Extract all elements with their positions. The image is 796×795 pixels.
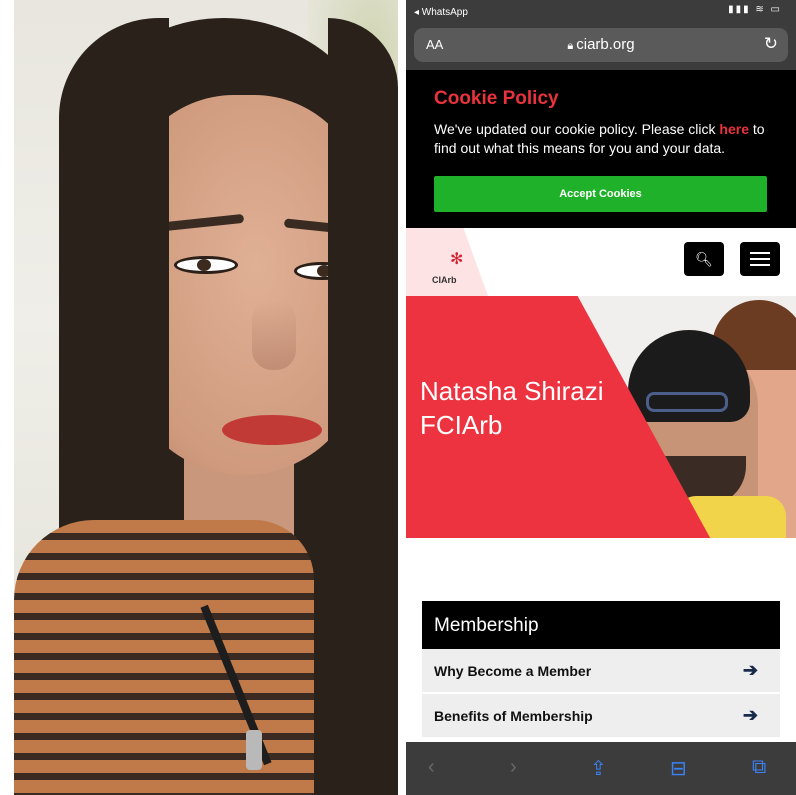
zipper-pull xyxy=(246,730,262,770)
ciarb-logo-text[interactable]: CIArb xyxy=(432,275,457,285)
lips xyxy=(222,415,322,445)
left-eye xyxy=(174,256,238,274)
cookie-message-before: We've updated our cookie policy. Please … xyxy=(434,121,720,137)
forward-icon[interactable]: › xyxy=(510,756,517,779)
nose xyxy=(252,300,296,370)
reload-icon[interactable]: ↻ xyxy=(764,34,778,54)
membership-heading: Membership xyxy=(422,601,780,649)
tabs-icon[interactable]: ⧉ xyxy=(752,756,766,779)
lock-icon: 🔒︎ xyxy=(567,40,574,52)
hero-name-text: Natasha Shirazi FCIArb xyxy=(420,376,604,440)
membership-item-label: Why Become a Member xyxy=(434,663,592,679)
arrow-right-icon: ➔ xyxy=(742,660,758,680)
browser-toolbar: ‹ › ⇪ ⊟ ⧉ xyxy=(406,742,796,795)
membership-panel: Membership Why Become a Member ➔ Benefit… xyxy=(422,601,780,739)
cookie-policy-link[interactable]: here xyxy=(719,121,749,137)
share-icon[interactable]: ⇪ xyxy=(590,756,607,781)
cookie-banner: Cookie Policy We've updated our cookie p… xyxy=(406,70,796,228)
accept-cookies-button[interactable]: Accept Cookies xyxy=(434,176,767,212)
hero-person-glasses xyxy=(646,392,728,412)
membership-item-benefits[interactable]: Benefits of Membership ➔ xyxy=(422,694,780,739)
address-bar: AA 🔒︎ ciarb.org ↻ xyxy=(406,24,796,70)
membership-item-label: Benefits of Membership xyxy=(434,708,593,724)
url-display[interactable]: 🔒︎ ciarb.org xyxy=(414,36,788,53)
membership-item-why-become-member[interactable]: Why Become a Member ➔ xyxy=(422,649,780,694)
hamburger-menu-icon xyxy=(750,252,770,266)
ciarb-logo-icon[interactable]: ✻ xyxy=(450,252,466,268)
search-icon: 🔍︎ xyxy=(695,250,713,267)
back-icon[interactable]: ‹ xyxy=(428,756,435,779)
status-icons: ▮▮▮ ≋ ▭ xyxy=(728,4,782,15)
hero-banner: Natasha Shirazi FCIArb xyxy=(406,296,796,538)
search-button[interactable]: 🔍︎ xyxy=(684,242,724,276)
striped-sweater xyxy=(14,520,314,795)
cookie-message: We've updated our cookie policy. Please … xyxy=(434,120,774,158)
portrait-photo xyxy=(14,0,398,795)
url-text: ciarb.org xyxy=(576,36,635,53)
hair-left-strand xyxy=(59,18,169,488)
site-header: ✻ CIArb 🔍︎ xyxy=(406,228,796,296)
hair-right-strand xyxy=(328,18,398,795)
menu-button[interactable] xyxy=(740,242,780,276)
status-bar: ◂ WhatsApp ▮▮▮ ≋ ▭ xyxy=(406,0,796,24)
url-field[interactable]: AA 🔒︎ ciarb.org ↻ xyxy=(414,28,788,62)
bookmarks-icon[interactable]: ⊟ xyxy=(670,756,687,781)
back-to-whatsapp-link[interactable]: ◂ WhatsApp xyxy=(414,7,468,18)
arrow-right-icon: ➔ xyxy=(742,705,758,725)
hero-name: Natasha Shirazi FCIArb xyxy=(420,374,620,442)
phone-screen: ◂ WhatsApp ▮▮▮ ≋ ▭ AA 🔒︎ ciarb.org ↻ Cook… xyxy=(406,0,796,795)
cookie-title: Cookie Policy xyxy=(434,88,559,109)
logo-background xyxy=(406,228,488,296)
